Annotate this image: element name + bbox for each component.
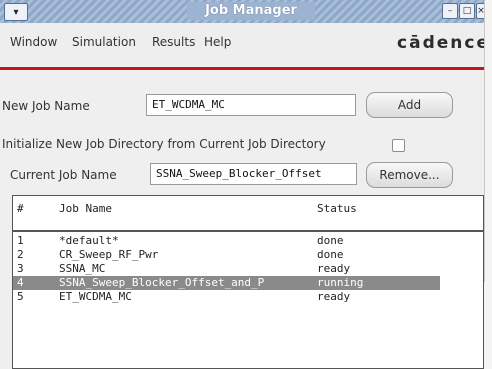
menu-results[interactable]: Results [152, 35, 195, 49]
window-title: Job Manager [187, 2, 315, 20]
row-job-name: CR_Sweep_RF_Pwr [59, 248, 159, 261]
new-job-name-label: New Job Name [2, 99, 90, 113]
row-status: ready [317, 290, 351, 303]
minimize-icon: – [447, 6, 453, 16]
title-bar: ▾ Job Manager – □ × [0, 0, 485, 24]
table-header: # Job Name Status [13, 196, 483, 232]
job-manager-panel: New Job Name ET_WCDMA_MC Add Initialize … [0, 70, 484, 369]
jobs-table: # Job Name Status 1 *default* done 2 CR_… [12, 195, 484, 369]
column-header-status[interactable]: Status [317, 202, 357, 215]
row-status: done [317, 234, 344, 247]
window-edge-line [484, 0, 485, 282]
menu-bar: Window Simulation Results Help cādence [0, 23, 488, 67]
maximize-icon: □ [462, 6, 472, 16]
maximize-button[interactable]: □ [459, 3, 475, 19]
add-button[interactable]: Add [366, 92, 453, 118]
menu-window[interactable]: Window [10, 35, 57, 49]
row-job-name: SSNA_Sweep_Blocker_Offset_and_P [59, 276, 265, 289]
current-job-name-field[interactable]: SSNA_Sweep_Blocker_Offset [150, 163, 357, 185]
row-job-name: SSNA_MC [59, 262, 106, 275]
table-row-selected[interactable]: 4 SSNA_Sweep_Blocker_Offset_and_P runnin… [13, 276, 440, 290]
row-job-name: ET_WCDMA_MC [59, 290, 132, 303]
column-header-job-name[interactable]: Job Name [59, 202, 112, 215]
row-number: 2 [17, 248, 24, 261]
init-job-directory-checkbox[interactable] [392, 139, 405, 152]
table-row[interactable]: 5 ET_WCDMA_MC ready [13, 290, 483, 304]
window-edge [484, 0, 492, 369]
table-row[interactable]: 3 SSNA_MC ready [13, 262, 483, 276]
cadence-logo: cādence [397, 33, 490, 53]
row-number: 1 [17, 234, 24, 247]
table-row[interactable]: 1 *default* done [13, 234, 483, 248]
new-job-name-input[interactable]: ET_WCDMA_MC [146, 94, 356, 116]
minimize-button[interactable]: – [442, 3, 458, 19]
row-status: done [317, 248, 344, 261]
table-row[interactable]: 2 CR_Sweep_RF_Pwr done [13, 248, 483, 262]
remove-button[interactable]: Remove... [366, 162, 453, 188]
row-job-name: *default* [59, 234, 119, 247]
chevron-down-icon: ▾ [13, 6, 19, 18]
window-menu-button[interactable]: ▾ [4, 3, 28, 21]
row-status: ready [317, 262, 351, 275]
menu-simulation[interactable]: Simulation [72, 35, 136, 49]
init-job-directory-label: Initialize New Job Directory from Curren… [2, 137, 326, 151]
row-status: running [317, 276, 364, 289]
row-number: 4 [17, 276, 24, 289]
row-number: 5 [17, 290, 24, 303]
current-job-name-label: Current Job Name [10, 168, 117, 182]
menu-help[interactable]: Help [204, 35, 231, 49]
row-number: 3 [17, 262, 24, 275]
column-header-number[interactable]: # [17, 202, 24, 215]
